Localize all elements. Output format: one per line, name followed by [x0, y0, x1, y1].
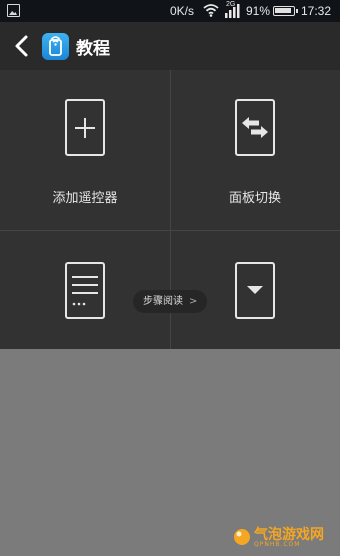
signal-strength-icon [225, 4, 240, 18]
battery-percent: 91% [246, 4, 271, 18]
chevron-left-icon [15, 35, 28, 57]
network-speed: 0K/s [170, 4, 195, 18]
site-watermark: 气泡游戏网 QPNHB.COM [230, 524, 330, 552]
tutorial-grid: 添加遥控器 面板切换 [0, 70, 340, 360]
list-menu-icon [65, 262, 105, 319]
dropdown-arrow-icon [235, 262, 275, 319]
tile-label: 面板切换 [228, 191, 281, 206]
page-title: 教程 [76, 39, 110, 59]
app-bar: 教程 [0, 22, 340, 70]
step-reading-label: 步骤阅读 [143, 296, 183, 307]
step-reading-button[interactable]: 步骤阅读 > [133, 290, 208, 313]
app-logo-icon [42, 33, 69, 60]
chevron-right-icon: > [189, 296, 198, 307]
swap-arrows-icon [235, 99, 275, 156]
status-bar: 0K/s 2G 91% 17:32 [0, 0, 340, 22]
tile-label: 添加遥控器 [52, 191, 118, 206]
image-notification-icon [7, 4, 20, 17]
battery-icon [273, 6, 298, 16]
back-button[interactable] [8, 30, 38, 62]
watermark-url: QPNHB.COM [254, 541, 301, 548]
clock: 17:32 [301, 4, 332, 18]
wifi-icon [203, 4, 219, 17]
plus-icon [65, 99, 105, 156]
bubble-logo-icon [234, 529, 250, 545]
tile-panel-switch[interactable]: 面板切换 [170, 70, 340, 230]
tile-add-remote[interactable]: 添加遥控器 [0, 70, 170, 230]
